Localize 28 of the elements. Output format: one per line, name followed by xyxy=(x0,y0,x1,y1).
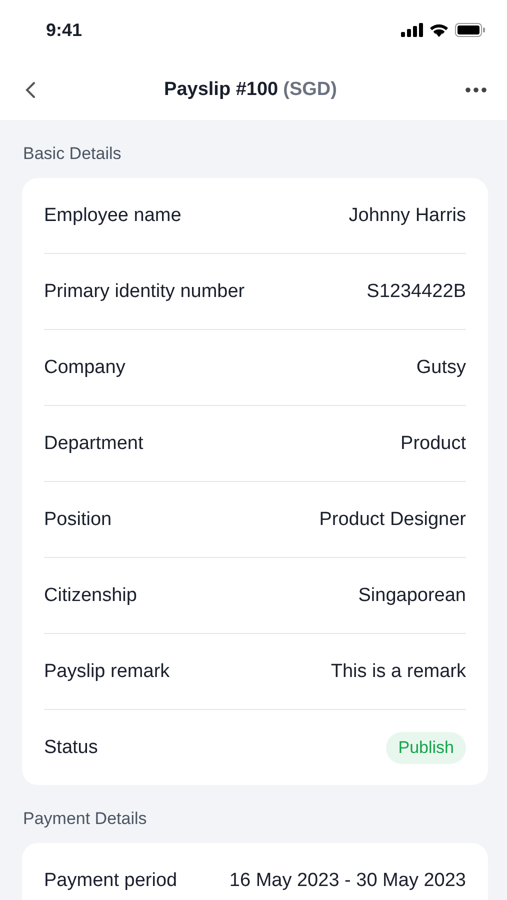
page-title: Payslip #100 xyxy=(164,79,278,101)
field-label: Position xyxy=(44,508,112,530)
field-label: Company xyxy=(44,356,126,378)
more-icon[interactable] xyxy=(464,87,487,93)
battery-icon xyxy=(455,23,485,37)
wifi-icon xyxy=(429,23,449,37)
field-label: Payslip remark xyxy=(44,660,170,682)
field-label: Department xyxy=(44,432,144,454)
field-value: Johnny Harris xyxy=(348,204,466,226)
field-label: Payment period xyxy=(44,870,178,892)
field-label: Primary identity number xyxy=(44,280,245,302)
status-time: 9:41 xyxy=(46,20,82,40)
field-label: Employee name xyxy=(44,204,182,226)
signal-icon xyxy=(401,23,423,37)
field-value: 16 May 2023 - 30 May 2023 xyxy=(229,870,466,892)
currency-label: (SGD) xyxy=(283,79,337,101)
field-value: Product Designer xyxy=(319,508,466,530)
status-badge: Publish xyxy=(386,732,466,764)
field-label: Citizenship xyxy=(44,584,137,606)
back-icon[interactable] xyxy=(24,81,36,99)
section-title: Basic Details xyxy=(22,143,122,165)
field-value: S1234422B xyxy=(366,280,466,302)
section-title: Payment Details xyxy=(22,808,148,830)
field-value: This is a remark xyxy=(330,660,466,682)
field-value: Gutsy xyxy=(416,356,466,378)
field-value: Product xyxy=(400,432,466,454)
field-label: Status xyxy=(44,736,98,758)
field-value: Singaporean xyxy=(358,584,466,606)
